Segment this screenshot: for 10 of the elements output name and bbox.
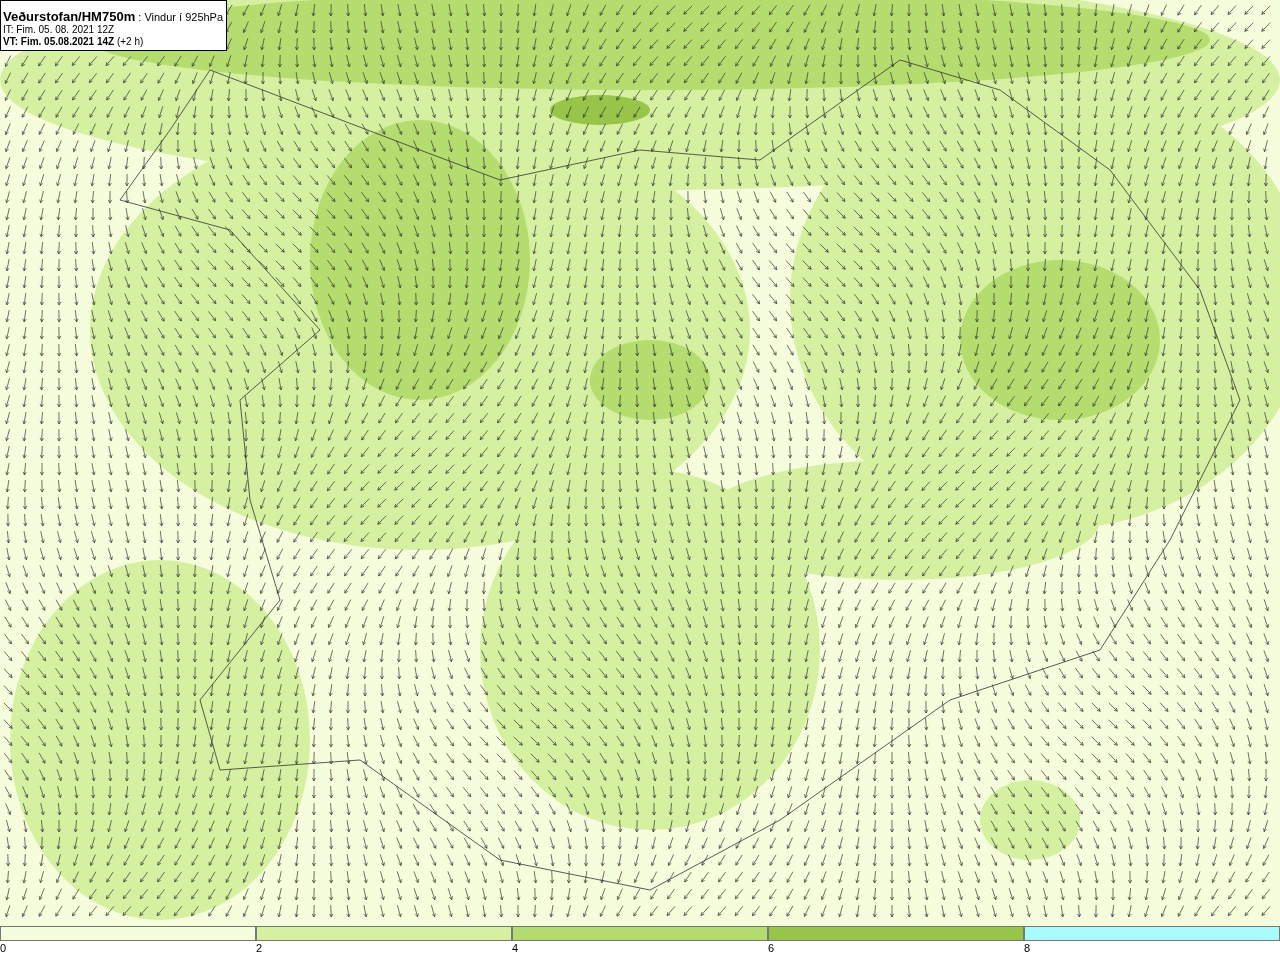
legend-tick-label: 2 bbox=[256, 942, 263, 955]
legend-tick-label: 0 bbox=[0, 942, 7, 955]
legend-tick-label: 8 bbox=[1024, 942, 1031, 955]
map-field-label: : Vindur í 925hPa bbox=[137, 11, 224, 23]
valid-offset: (+2 h) bbox=[115, 36, 144, 47]
init-time: IT: Fim. 05. 08. 2021 12Z bbox=[3, 24, 116, 36]
legend-tick-label: 6 bbox=[768, 942, 775, 955]
legend-tick-label: 4 bbox=[512, 942, 519, 955]
valid-time: VT: Fim. 05.08.2021 14Z bbox=[3, 36, 115, 47]
map-source-title: Veðurstofan/HM750m bbox=[3, 9, 136, 24]
